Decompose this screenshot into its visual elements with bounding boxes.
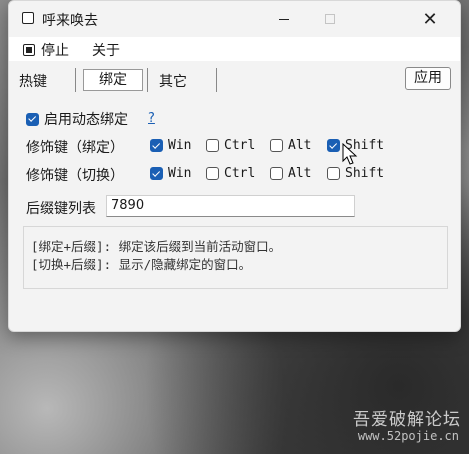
bind-win-checkbox[interactable]: Win	[150, 138, 191, 153]
suffix-label: 后缀键列表	[26, 201, 96, 217]
checkbox-box	[327, 167, 340, 180]
minimize-button[interactable]	[261, 1, 307, 37]
checkbox-box	[206, 139, 219, 152]
key-label: Alt	[288, 166, 312, 181]
key-label: Ctrl	[224, 138, 256, 153]
menu-bar: 停止 关于	[9, 37, 460, 61]
checkbox-box	[270, 139, 283, 152]
key-label: Shift	[345, 166, 385, 181]
menu-stop[interactable]: 停止	[23, 40, 69, 60]
info-line-2: [切换+后缀]: 显示/隐藏绑定的窗口。	[31, 257, 252, 272]
maximize-button[interactable]	[307, 1, 353, 37]
maximize-icon	[325, 14, 335, 24]
checkbox-box	[206, 167, 219, 180]
suffix-input[interactable]: 7890	[106, 195, 355, 217]
key-label: Ctrl	[224, 166, 256, 181]
tab-bind[interactable]: 绑定	[83, 69, 143, 91]
key-label: Win	[168, 166, 192, 181]
menu-about[interactable]: 关于	[92, 40, 120, 60]
switch-shift-checkbox[interactable]: Shift	[327, 166, 384, 181]
tab-divider	[216, 68, 217, 92]
info-line-1: [绑定+后缀]: 绑定该后缀到当前活动窗口。	[31, 239, 282, 254]
mouse-cursor-icon	[342, 143, 358, 165]
dynamic-bind-label: 启用动态绑定	[44, 112, 128, 128]
minimize-icon	[279, 18, 289, 20]
key-label: Win	[168, 138, 192, 153]
info-box: [绑定+后缀]: 绑定该后缀到当前活动窗口。 [切换+后缀]: 显示/隐藏绑定的…	[23, 226, 448, 289]
checkbox-box	[270, 167, 283, 180]
tab-divider	[147, 68, 148, 92]
key-label: Alt	[288, 138, 312, 153]
tab-hotkey[interactable]: 热键	[19, 71, 47, 91]
checkbox-box	[26, 112, 39, 126]
watermark-text: 吾爱破解论坛	[353, 410, 461, 430]
checkbox-box	[150, 139, 163, 152]
app-window: 呼来唤去 ✕ 停止 关于 热键 绑定 其它 应用 启用动态绑定 ? 修饰键（绑定…	[8, 0, 461, 332]
window-title: 呼来唤去	[42, 13, 98, 29]
switch-ctrl-checkbox[interactable]: Ctrl	[206, 166, 255, 181]
watermark-url: www.52pojie.cn	[357, 429, 459, 443]
switch-win-checkbox[interactable]: Win	[150, 166, 191, 181]
checkbox-box	[150, 167, 163, 180]
apply-button[interactable]: 应用	[405, 67, 451, 90]
bind-ctrl-checkbox[interactable]: Ctrl	[206, 138, 255, 153]
tab-other[interactable]: 其它	[159, 71, 187, 91]
bind-alt-checkbox[interactable]: Alt	[270, 138, 311, 153]
close-button[interactable]: ✕	[407, 1, 453, 37]
modifier-bind-label: 修饰键（绑定）	[26, 140, 124, 156]
stop-icon	[23, 44, 35, 56]
menu-stop-label: 停止	[41, 43, 69, 59]
checkbox-box	[327, 139, 340, 152]
dynamic-bind-checkbox[interactable]: 启用动态绑定	[26, 109, 128, 129]
close-icon: ✕	[422, 8, 438, 30]
switch-alt-checkbox[interactable]: Alt	[270, 166, 311, 181]
title-bar[interactable]: 呼来唤去 ✕	[9, 1, 460, 37]
tab-bar: 热键 绑定 其它	[9, 65, 460, 95]
tab-divider	[75, 68, 76, 92]
help-link[interactable]: ?	[148, 111, 155, 126]
modifier-switch-label: 修饰键（切换）	[26, 168, 124, 184]
app-icon	[22, 12, 34, 24]
